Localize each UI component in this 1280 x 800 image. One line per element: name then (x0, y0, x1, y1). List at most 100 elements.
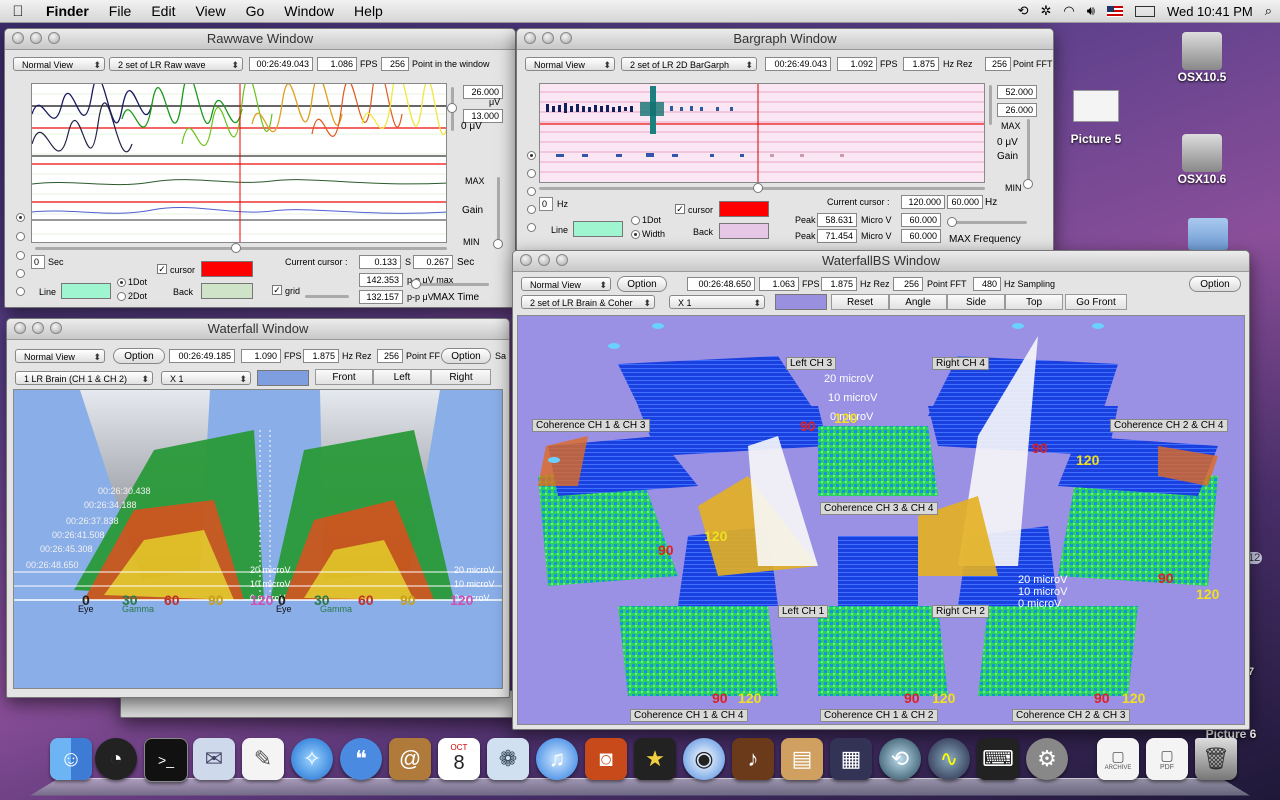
volume-icon[interactable]: 🔊︎ (1087, 3, 1095, 19)
channel-radio-5[interactable] (527, 223, 536, 232)
close-button[interactable] (524, 32, 536, 44)
grid-checkbox[interactable]: ✓ (272, 285, 282, 295)
waterfall-titlebar[interactable]: Waterfall Window (7, 319, 509, 340)
front-view-button[interactable]: Front (315, 369, 373, 385)
hz-a-field[interactable]: 60.000 (901, 213, 941, 227)
slider-thumb[interactable] (753, 183, 763, 193)
current-cursor-field[interactable]: 120.000 (901, 195, 945, 209)
systemprefs-icon[interactable]: ⚙ (1026, 738, 1068, 780)
minimize-button[interactable] (542, 32, 554, 44)
clock[interactable]: Wed 10:41 PM (1167, 4, 1253, 19)
vertical-gain-slider[interactable] (497, 177, 500, 243)
ichat-icon[interactable]: ❝ (340, 738, 382, 780)
rawwave-time-slider[interactable] (35, 247, 447, 250)
minimize-button[interactable] (32, 322, 44, 334)
view-mode-popup[interactable]: Normal View (521, 277, 611, 291)
points-field[interactable]: 256 (893, 277, 923, 291)
back-color-swatch[interactable] (201, 283, 253, 299)
spaces-icon[interactable]: ▦ (830, 738, 872, 780)
timemachine-menu-icon[interactable]: ⟲ (1018, 3, 1029, 19)
waterfallbs-3d-view[interactable]: Left CH 3 Right CH 4 Coherence CH 1 & CH… (517, 315, 1245, 725)
gain-slider[interactable] (989, 85, 992, 125)
preview-icon[interactable]: ▤ (781, 738, 823, 780)
menu-help[interactable]: Help (344, 3, 393, 19)
vertical-slider-thumb[interactable] (493, 239, 503, 249)
current-cursor-field[interactable]: 0.133 (359, 255, 401, 269)
garageband-icon[interactable]: ♪ (732, 738, 774, 780)
safari-icon[interactable]: ✧ (291, 738, 333, 780)
finder-icon[interactable]: ☺ (50, 738, 92, 780)
sec2-field[interactable]: 0.267 (413, 255, 453, 269)
timemachine-icon[interactable]: ⟲ (879, 738, 921, 780)
set-popup[interactable]: 2 set of LR Brain & Coher (521, 295, 655, 309)
apple-menu-icon[interactable]:  (0, 3, 36, 20)
iphoto-icon[interactable]: ❁ (487, 738, 529, 780)
channel-radio-2[interactable] (527, 169, 536, 178)
points-field[interactable]: 256 (381, 57, 409, 71)
max-time-slider[interactable] (419, 283, 489, 286)
points-field[interactable]: 256 (985, 57, 1011, 71)
keyboard-icon[interactable]: ⌨ (977, 738, 1019, 780)
zoom-popup[interactable]: X 1 (161, 371, 251, 385)
dashboard-icon[interactable]: ◔ (95, 738, 137, 780)
trash-icon[interactable]: 🗑︎ (1195, 738, 1237, 780)
sampling-field[interactable]: 480 (973, 277, 1001, 291)
bluetooth-icon[interactable]: ✲ (1041, 3, 1052, 19)
textedit-icon[interactable]: ✎ (242, 738, 284, 780)
max-time-thumb[interactable] (411, 279, 421, 289)
option-button-2[interactable]: Option (1189, 276, 1241, 292)
brainwave-icon[interactable]: ∿ (928, 738, 970, 780)
dvd-icon[interactable]: ◉ (683, 738, 725, 780)
menu-file[interactable]: File (99, 3, 142, 19)
desktop-disk-osx105[interactable]: OSX10.5 (1170, 32, 1234, 84)
back-color-swatch[interactable] (719, 223, 769, 239)
dot1-radio[interactable] (117, 278, 126, 287)
view-mode-popup[interactable]: Normal View (13, 57, 105, 71)
archive-icon[interactable]: ▢ ARCHIVE (1097, 738, 1139, 780)
channel-radio-3[interactable] (527, 187, 536, 196)
dot1-radio[interactable] (631, 216, 640, 225)
bargraph-plot[interactable] (539, 83, 985, 183)
channel-radio-2[interactable] (16, 232, 25, 241)
desktop-disk-osx106[interactable]: OSX10.6 (1170, 134, 1234, 186)
grid-slider[interactable] (305, 295, 349, 298)
battery-icon[interactable] (1134, 5, 1155, 17)
imovie-icon[interactable]: ★ (634, 738, 676, 780)
channel-radio-1[interactable] (16, 213, 25, 222)
waterfallbs-titlebar[interactable]: WaterfallBS Window (513, 251, 1249, 272)
itunes-icon[interactable]: ♫ (536, 738, 578, 780)
option-button[interactable]: Option (617, 276, 667, 292)
close-button[interactable] (14, 322, 26, 334)
left-view-button[interactable]: Left (373, 369, 431, 385)
rawwave-plot[interactable] (31, 83, 447, 243)
menu-go[interactable]: Go (236, 3, 275, 19)
hz2-field[interactable]: 60.000 (947, 195, 983, 209)
channel-radio-4[interactable] (527, 205, 536, 214)
max-frequency-thumb[interactable] (947, 217, 957, 227)
close-button[interactable] (520, 254, 532, 266)
spotlight-icon[interactable]: ⌕ (1265, 3, 1272, 19)
channel-radio-5[interactable] (16, 287, 25, 296)
channel-popup[interactable]: 1 LR Brain (CH 1 & CH 2) (15, 371, 153, 385)
ical-icon[interactable]: OCT 8 (438, 738, 480, 780)
menu-edit[interactable]: Edit (141, 3, 185, 19)
scale-top-field[interactable]: 52.000 (997, 85, 1037, 99)
view-mode-popup[interactable]: Normal View (15, 349, 105, 363)
menu-view[interactable]: View (185, 3, 235, 19)
line-color-swatch[interactable] (61, 283, 111, 299)
cursor-color-swatch[interactable] (201, 261, 253, 277)
angle-button[interactable]: Angle (889, 294, 947, 310)
points-field[interactable]: 256 (377, 349, 403, 363)
line-color-swatch[interactable] (573, 221, 623, 237)
vertical-gain-slider[interactable] (1027, 119, 1030, 185)
bargraph-titlebar[interactable]: Bargraph Window (517, 29, 1053, 50)
wifi-icon[interactable]: ◠ (1063, 3, 1074, 19)
cursor-checkbox[interactable]: ✓ (675, 204, 685, 214)
cursor-checkbox[interactable]: ✓ (157, 264, 167, 274)
option-button-2[interactable]: Option (441, 348, 491, 364)
channel-radio-3[interactable] (16, 251, 25, 260)
side-button[interactable]: Side (947, 294, 1005, 310)
view-mode-popup[interactable]: Normal View (525, 57, 615, 71)
go-front-button[interactable]: Go Front (1065, 294, 1127, 310)
flag-icon[interactable] (1106, 5, 1123, 17)
